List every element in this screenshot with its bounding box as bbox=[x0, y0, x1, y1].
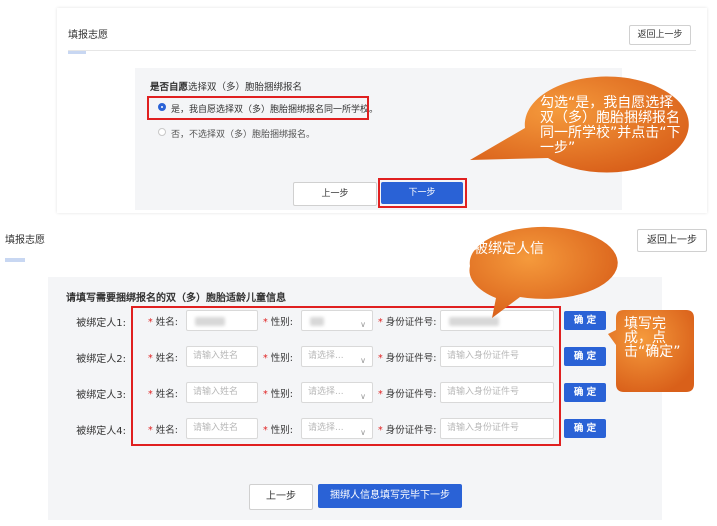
callout-shapes bbox=[469, 76, 694, 392]
callout-3-text: 填写完成，点击“确定” bbox=[624, 316, 681, 360]
callout-2-text: 如实填写被绑定人信息 bbox=[418, 241, 544, 272]
callout-1-text: 勾选“是，我自愿选择双（多）胞胎捆绑报名同一所学校”并点击“下一步” bbox=[540, 95, 681, 156]
